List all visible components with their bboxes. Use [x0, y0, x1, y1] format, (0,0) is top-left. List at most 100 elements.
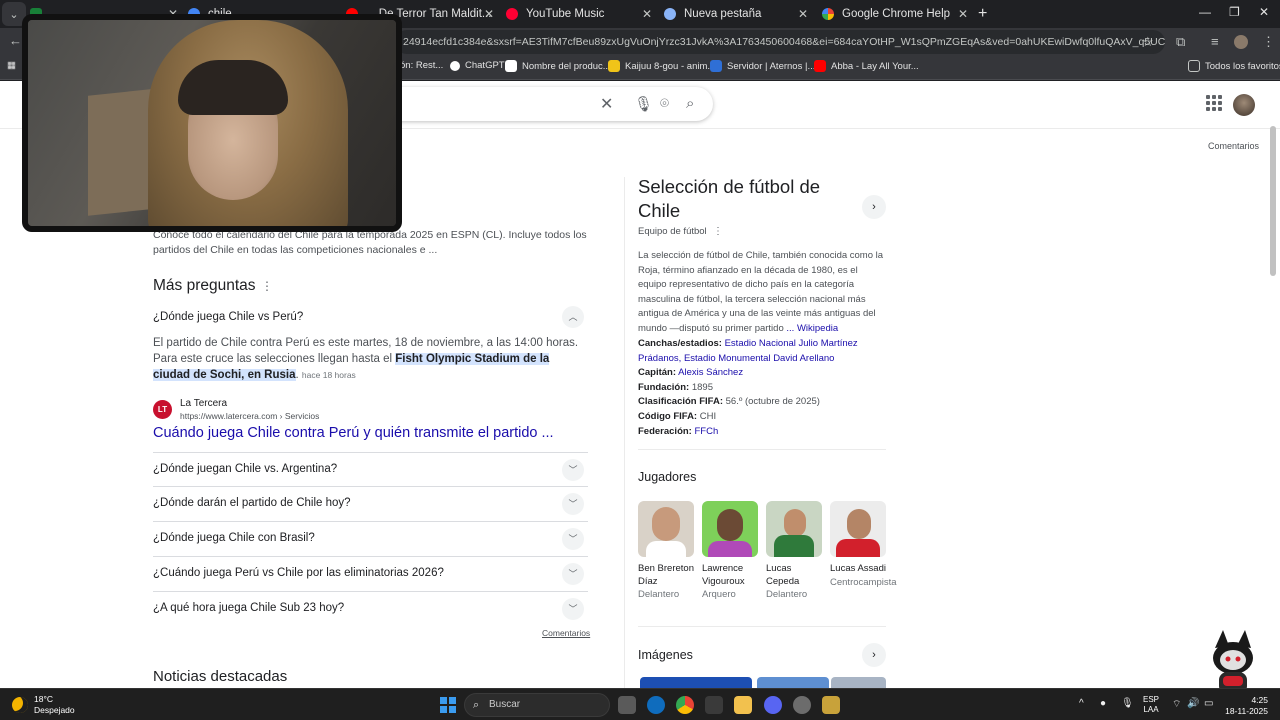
address-bar[interactable]: 24914ecfd1c384e&sxsrf=AE3TifM7cfBeu89zxU… [395, 30, 1165, 54]
mic-icon[interactable]: 🎙 [634, 95, 653, 113]
feedback-link[interactable]: Comentarios [1208, 141, 1259, 151]
new-tab-button[interactable]: + [978, 5, 987, 23]
more-options-icon[interactable]: ⋮ [261, 279, 273, 293]
restore-button[interactable]: ❐ [1229, 5, 1240, 19]
chevron-down-icon[interactable]: ﹀ [562, 528, 584, 550]
people-also-ask-title: Más preguntas [153, 277, 256, 294]
lens-icon[interactable]: ⌾ [660, 95, 669, 112]
fact-fifa-code: Código FIFA: CHI [638, 411, 717, 422]
star-icon[interactable]: ☆ [1142, 34, 1154, 50]
clear-icon[interactable]: ✕ [600, 94, 613, 114]
scrollbar[interactable] [1270, 126, 1276, 276]
images-title: Imágenes [638, 648, 693, 662]
close-icon[interactable]: ✕ [482, 7, 496, 21]
knowledge-panel-subtitle: Equipo de fútbol [638, 226, 707, 237]
youtube-music-icon [506, 8, 518, 20]
steam-icon[interactable] [793, 696, 811, 714]
question-row[interactable]: ¿Cuándo juega Perú vs Chile por las elim… [153, 557, 588, 592]
image-thumbnail[interactable] [757, 677, 829, 688]
player-card[interactable]: Lawrence Vigouroux Arquero [702, 501, 760, 602]
chevron-down-icon[interactable]: ﹀ [562, 598, 584, 620]
avatar[interactable] [1233, 94, 1255, 116]
chevron-down-icon[interactable]: ﹀ [562, 493, 584, 515]
google-icon [822, 8, 834, 20]
chevron-right-icon[interactable]: › [862, 643, 886, 667]
player-card[interactable]: Ben Brereton Díaz Delantero [638, 501, 696, 602]
bookmark-chatgpt[interactable]: ChatGPT [450, 60, 505, 71]
apps-grid-icon[interactable]: ▦ [7, 60, 16, 71]
aternos-icon [710, 60, 722, 72]
mic-icon[interactable]: 🎙 [1121, 698, 1134, 709]
player-card[interactable]: Lucas Cepeda Delantero [766, 501, 824, 602]
battery-icon[interactable]: ▭ [1204, 698, 1213, 709]
source-name[interactable]: La Tercera [180, 398, 227, 409]
question-expanded[interactable]: ¿Dónde juega Chile vs Perú? ︿ [153, 300, 588, 335]
question-row[interactable]: ¿Dónde juega Chile con Brasil? ﹀ [153, 522, 588, 557]
file-explorer-icon[interactable] [734, 696, 752, 714]
volume-icon[interactable]: 🔊 [1187, 698, 1199, 709]
bookmark-item[interactable]: Abba - Lay All Your... [814, 60, 919, 72]
language-indicator[interactable]: ESP LAA [1143, 695, 1159, 715]
edge-icon[interactable] [647, 696, 665, 714]
knowledge-panel-description: La selección de fútbol de Chile, también… [638, 250, 884, 334]
menu-icon[interactable]: ⋮ [1262, 34, 1275, 50]
wifi-icon[interactable]: ⌔ [1172, 698, 1181, 711]
chevron-down-icon[interactable]: ﹀ [562, 459, 584, 481]
close-window-button[interactable]: ✕ [1259, 5, 1269, 19]
task-view-icon[interactable] [618, 696, 636, 714]
column-divider [624, 177, 625, 688]
close-icon[interactable]: ✕ [796, 7, 810, 21]
wikipedia-link[interactable]: ... Wikipedia [786, 323, 838, 334]
back-icon[interactable]: ← [9, 33, 22, 48]
chevron-up-icon[interactable]: ^ [1079, 698, 1084, 709]
image-thumbnail[interactable] [831, 677, 886, 688]
players-title: Jugadores [638, 470, 697, 484]
tab-nueva-pestana[interactable]: Nueva pestaña ✕ [664, 3, 810, 25]
divider [638, 626, 886, 627]
tray-app-icon[interactable]: ● [1100, 698, 1106, 709]
close-icon[interactable]: ✕ [640, 7, 654, 21]
tab-chrome-help[interactable]: Google Chrome Help ✕ [822, 3, 970, 25]
player-photo [766, 501, 822, 557]
result-snippet: Conoce todo el calendario del Chile para… [153, 229, 587, 256]
player-photo [638, 501, 694, 557]
source-link[interactable]: Cuándo juega Chile contra Perú y quién t… [153, 425, 554, 441]
clock[interactable]: 4:25 18-11-2025 [1222, 695, 1268, 717]
chrome-icon[interactable] [676, 696, 694, 714]
chevron-right-icon[interactable]: › [862, 195, 886, 219]
bookmark-item[interactable]: Nombre del produc... [505, 60, 611, 72]
terminal-icon[interactable] [705, 696, 723, 714]
discord-icon[interactable] [764, 696, 782, 714]
app-icon[interactable] [822, 696, 840, 714]
bookmark-item[interactable]: Servidor | Aternos |... [710, 60, 815, 72]
fact-stadiums: Canchas/estadios: Estadio Nacional Julio… [638, 338, 858, 364]
question-row[interactable]: ¿Dónde juegan Chile vs. Argentina? ﹀ [153, 452, 588, 487]
media-icon[interactable]: ≡ [1211, 34, 1219, 49]
more-options-icon[interactable]: ⋮ [713, 226, 723, 237]
question-row[interactable]: ¿A qué hora juega Chile Sub 23 hoy? ﹀ [153, 592, 588, 627]
source-logo: LT [153, 400, 172, 419]
chevron-up-icon[interactable]: ︿ [562, 306, 584, 328]
close-icon[interactable]: ✕ [956, 7, 970, 21]
chevron-down-icon[interactable]: ﹀ [562, 563, 584, 585]
profile-avatar[interactable] [1234, 35, 1248, 49]
chatgpt-icon [450, 60, 460, 71]
player-card[interactable]: Lucas Assadi Centrocampista [830, 501, 897, 589]
question-row[interactable]: ¿Dónde darán el partido de Chile hoy? ﹀ [153, 487, 588, 522]
feedback-link[interactable]: Comentarios [542, 628, 590, 638]
all-bookmarks[interactable]: Todos los favoritos [1188, 60, 1280, 72]
weather-widget[interactable]: 18°C Despejado [12, 694, 75, 716]
image-thumbnail[interactable] [640, 677, 752, 688]
search-icon[interactable]: ⌕ [686, 95, 694, 112]
bookmark-item[interactable]: Kaijuu 8-gou - anim... [608, 60, 715, 72]
tab-youtube-music[interactable]: YouTube Music ✕ [506, 3, 654, 25]
start-icon[interactable] [440, 697, 456, 713]
source-url[interactable]: https://www.latercera.com › Servicios [180, 411, 319, 421]
extensions-icon[interactable]: ⧉ [1176, 34, 1185, 50]
bookmark-item[interactable]: ón: Rest... [400, 60, 443, 71]
minimize-button[interactable]: — [1199, 5, 1211, 19]
google-apps-icon[interactable] [1206, 95, 1222, 111]
taskbar-search[interactable]: ⌕ Buscar [464, 693, 610, 717]
fact-federation: Federación: FFCh [638, 426, 719, 437]
folder-icon [1188, 60, 1200, 72]
